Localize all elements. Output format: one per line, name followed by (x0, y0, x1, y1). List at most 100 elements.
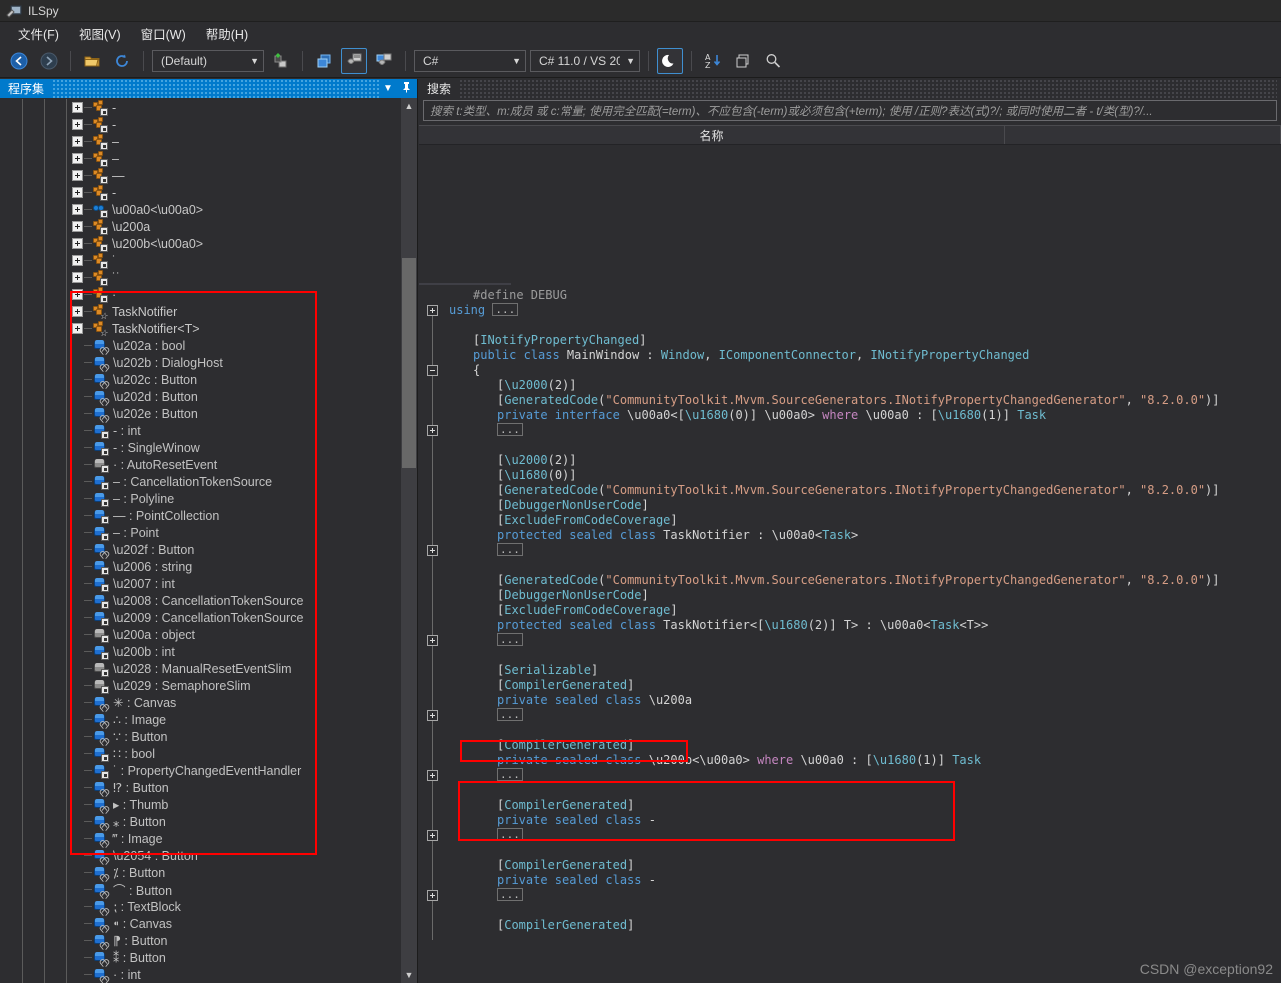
profile-combo[interactable]: (Default) ▼ (152, 49, 264, 72)
expand-icon[interactable] (72, 153, 83, 164)
tree-item[interactable]: \u00a0<\u00a0> (0, 201, 401, 218)
code-line[interactable]: public class MainWindow : Window, ICompo… (419, 348, 1281, 363)
menu-file[interactable]: 文件(F) (8, 22, 69, 45)
code-line[interactable] (419, 558, 1281, 573)
tree-item[interactable]: - (0, 99, 401, 116)
code-ellipsis[interactable]: ... (497, 633, 523, 646)
code-ellipsis[interactable]: ... (492, 303, 519, 316)
expand-fold-icon[interactable] (427, 635, 438, 646)
expand-icon[interactable] (72, 187, 83, 198)
tree-item[interactable]: ☆ TaskNotifier<T> (0, 320, 401, 337)
expand-icon[interactable] (72, 238, 83, 249)
tree-item[interactable]: ‴ : Image (0, 830, 401, 847)
code-line[interactable]: ... (419, 708, 1281, 723)
tree-item[interactable]: \u200b<\u00a0> (0, 235, 401, 252)
code-line[interactable]: protected sealed class TaskNotifier<[\u1… (419, 618, 1281, 633)
tree-item[interactable]: \u202b : DialogHost (0, 354, 401, 371)
tree-item[interactable]: \u2009 : CancellationTokenSource (0, 609, 401, 626)
code-line[interactable]: private sealed class \u200b<\u00a0> wher… (419, 753, 1281, 768)
assembly-tree-wrap[interactable]: - - – – — - \u00a0<\u00a0> \u200a \u200b<\u00a0>… (0, 98, 417, 983)
expand-fold-icon[interactable] (427, 890, 438, 901)
expand-tree-icon[interactable] (371, 48, 397, 74)
assembly-tree[interactable]: - - – – — - \u00a0<\u00a0> \u200a \u200b<\u00a0>… (0, 98, 401, 983)
code-line[interactable]: [DebuggerNonUserCode] (419, 588, 1281, 603)
code-line[interactable] (419, 843, 1281, 858)
code-line[interactable]: [CompilerGenerated] (419, 858, 1281, 873)
code-line[interactable]: [ExcludeFromCodeCoverage] (419, 513, 1281, 528)
tree-item[interactable]: ˙ (0, 252, 401, 269)
code-line[interactable]: ... (419, 633, 1281, 648)
tree-item[interactable]: · : int (0, 966, 401, 983)
code-line[interactable]: ... (419, 888, 1281, 903)
expand-fold-icon[interactable] (427, 770, 438, 781)
scroll-thumb[interactable] (402, 258, 416, 468)
tree-item[interactable]: ⁉ : Button (0, 779, 401, 796)
add-assembly-icon[interactable] (268, 48, 294, 74)
expand-icon[interactable] (72, 306, 83, 317)
code-line[interactable] (419, 903, 1281, 918)
tree-item[interactable]: - (0, 116, 401, 133)
tree-item[interactable]: \u2007 : int (0, 575, 401, 592)
tree-item[interactable]: ∷ : bool (0, 745, 401, 762)
tree-item[interactable]: – : Point (0, 524, 401, 541)
code-line[interactable]: ... (419, 423, 1281, 438)
code-ellipsis[interactable]: ... (497, 888, 523, 901)
tree-item[interactable]: ☆ TaskNotifier (0, 303, 401, 320)
tree-item[interactable]: · (0, 286, 401, 303)
expand-icon[interactable] (72, 323, 83, 334)
tree-item[interactable]: ✳ : Canvas (0, 694, 401, 711)
code-line[interactable]: [INotifyPropertyChanged] (419, 333, 1281, 348)
code-line[interactable]: [CompilerGenerated] (419, 738, 1281, 753)
tree-item[interactable]: - : SingleWinow (0, 439, 401, 456)
code-line[interactable]: [\u2000(2)] (419, 453, 1281, 468)
tree-item[interactable]: ⌒ : Button (0, 881, 401, 898)
expand-icon[interactable] (72, 119, 83, 130)
code-line[interactable]: { (419, 363, 1281, 378)
tree-item[interactable]: \u202e : Button (0, 405, 401, 422)
expand-fold-icon[interactable] (427, 830, 438, 841)
search-icon[interactable] (760, 48, 786, 74)
decompiled-code[interactable]: #define DEBUG using ... [INotifyPropertyCh… (419, 285, 1281, 983)
scroll-up-arrow[interactable]: ▲ (401, 98, 417, 114)
tree-item[interactable]: ⁌ : Canvas (0, 915, 401, 932)
scroll-down-arrow[interactable]: ▼ (401, 967, 417, 983)
search-input[interactable]: 搜索 t:类型、m:成员 或 c:常量; 使用完全匹配(=term)、不应包含(… (423, 100, 1277, 121)
tree-item[interactable]: — : PointCollection (0, 507, 401, 524)
tree-item[interactable]: \u200a : object (0, 626, 401, 643)
code-line[interactable]: [CompilerGenerated] (419, 918, 1281, 933)
expand-icon[interactable] (72, 289, 83, 300)
expand-fold-icon[interactable] (427, 710, 438, 721)
code-ellipsis[interactable]: ... (497, 543, 523, 556)
tree-item[interactable]: \u200b : int (0, 643, 401, 660)
expand-icon[interactable] (72, 136, 83, 147)
tree-item[interactable]: \u202c : Button (0, 371, 401, 388)
expand-fold-icon[interactable] (427, 305, 438, 316)
code-line[interactable]: ... (419, 543, 1281, 558)
tree-item[interactable]: \u2028 : ManualResetEventSlim (0, 660, 401, 677)
code-line[interactable] (419, 318, 1281, 333)
code-line[interactable]: [DebuggerNonUserCode] (419, 498, 1281, 513)
code-line[interactable]: [CompilerGenerated] (419, 678, 1281, 693)
tree-item[interactable]: ˙˙ (0, 269, 401, 286)
code-line[interactable] (419, 438, 1281, 453)
tree-item[interactable]: \u202f : Button (0, 541, 401, 558)
tree-vertical-scrollbar[interactable]: ▲ ▼ (401, 98, 417, 983)
pin-icon[interactable] (397, 81, 415, 96)
results-column-name[interactable]: 名称 (419, 126, 1005, 144)
tree-item[interactable]: — (0, 167, 401, 184)
code-line[interactable]: private sealed class - (419, 873, 1281, 888)
tree-item[interactable]: \u202a : bool (0, 337, 401, 354)
code-line[interactable]: protected sealed class TaskNotifier : \u… (419, 528, 1281, 543)
tree-item[interactable]: ⁒ : Button (0, 864, 401, 881)
code-line[interactable]: [GeneratedCode("CommunityToolkit.Mvvm.So… (419, 393, 1281, 408)
menu-help[interactable]: 帮助(H) (196, 22, 258, 45)
code-line[interactable] (419, 648, 1281, 663)
code-ellipsis[interactable]: ... (497, 708, 523, 721)
menu-view[interactable]: 视图(V) (69, 22, 131, 45)
code-line[interactable]: [\u2000(2)] (419, 378, 1281, 393)
tree-item[interactable]: ˙ : PropertyChangedEventHandler (0, 762, 401, 779)
tree-item[interactable]: \u200a (0, 218, 401, 235)
expand-icon[interactable] (72, 255, 83, 266)
code-line[interactable]: #define DEBUG (419, 288, 1281, 303)
expand-fold-icon[interactable] (427, 425, 438, 436)
